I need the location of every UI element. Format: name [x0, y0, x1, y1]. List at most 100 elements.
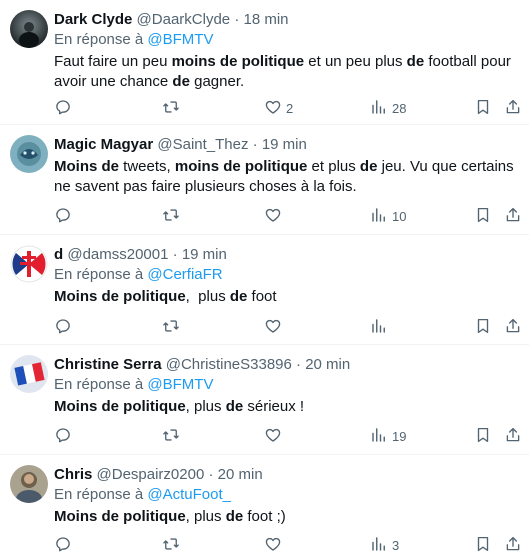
retweet-icon: [162, 98, 180, 119]
retweet-button[interactable]: [162, 206, 180, 226]
timestamp[interactable]: 19 min: [182, 246, 227, 263]
views-icon: [370, 206, 388, 227]
avatar[interactable]: [10, 10, 48, 48]
tweet-header: Magic Magyar @Saint_Thez · 19 min: [54, 135, 517, 155]
display-name[interactable]: Magic Magyar: [54, 136, 153, 153]
separator-dot: ·: [296, 356, 302, 373]
bookmark-button[interactable]: [474, 317, 492, 337]
reply-button[interactable]: [54, 535, 72, 555]
reply-icon: [54, 206, 72, 227]
tweet-text-run: , plus: [185, 288, 230, 305]
views-button[interactable]: 19: [370, 426, 406, 446]
separator-dot: ·: [208, 466, 214, 483]
views-button[interactable]: 10: [370, 206, 406, 226]
views-icon: [370, 426, 388, 447]
avatar[interactable]: [10, 245, 48, 283]
reply-button[interactable]: [54, 98, 72, 118]
tweet-text-run: gagner.: [189, 73, 245, 90]
avatar[interactable]: [10, 355, 48, 393]
separator-dot: ·: [172, 246, 178, 263]
share-button[interactable]: [504, 98, 522, 118]
reply-mention-link[interactable]: @CerfiaFR: [147, 266, 222, 283]
reply-icon: [54, 317, 72, 338]
timestamp[interactable]: 20 min: [305, 356, 350, 373]
tweet-text-run: Faut faire un peu: [54, 53, 172, 70]
display-name[interactable]: Dark Clyde: [54, 11, 132, 28]
reply-button[interactable]: [54, 426, 72, 446]
timestamp[interactable]: 18 min: [243, 11, 288, 28]
bookmark-button[interactable]: [474, 98, 492, 118]
tweet-text-bold: moins de politique: [171, 53, 305, 70]
like-button[interactable]: 2: [264, 98, 293, 118]
tweet-text-bold: de: [225, 398, 244, 415]
share-button[interactable]: [504, 206, 522, 226]
tweet-text-bold: de: [172, 73, 190, 90]
views-count: 3: [392, 537, 400, 553]
display-name[interactable]: Christine Serra: [54, 356, 162, 373]
user-handle[interactable]: @DaarkClyde: [137, 11, 231, 28]
views-button[interactable]: 3: [370, 535, 399, 555]
tweet[interactable]: Dark Clyde @DaarkClyde · 18 min En répon…: [0, 0, 529, 125]
user-handle[interactable]: @Saint_Thez: [157, 136, 248, 153]
reply-context: En réponse à @CerfiaFR: [54, 265, 517, 285]
retweet-button[interactable]: [162, 98, 180, 118]
views-count: 10: [392, 208, 407, 224]
reply-context: En réponse à @BFMTV: [54, 30, 517, 50]
timestamp[interactable]: 19 min: [262, 136, 307, 153]
tweet[interactable]: Christine Serra @ChristineS33896 · 20 mi…: [0, 345, 529, 455]
views-button[interactable]: 28: [370, 98, 406, 118]
like-button[interactable]: [264, 535, 286, 555]
heart-icon: [264, 98, 282, 119]
reply-mention-link[interactable]: @ActuFoot_: [147, 486, 231, 503]
tweet-text-run: et un peu plus: [304, 53, 407, 70]
tweet[interactable]: Magic Magyar @Saint_Thez · 19 min Moins …: [0, 125, 529, 235]
retweet-icon: [162, 535, 180, 556]
share-button[interactable]: [504, 317, 522, 337]
separator-dot: ·: [234, 11, 240, 28]
like-button[interactable]: [264, 317, 286, 337]
tweet-text-run: , plus: [185, 508, 226, 525]
share-button[interactable]: [504, 535, 522, 555]
display-name[interactable]: d: [54, 246, 63, 263]
retweet-button[interactable]: [162, 426, 180, 446]
reply-mention-link[interactable]: @BFMTV: [147, 376, 213, 393]
user-handle[interactable]: @ChristineS33896: [166, 356, 292, 373]
timestamp[interactable]: 20 min: [218, 466, 263, 483]
tweet-text-run: et plus: [307, 158, 360, 175]
tweet-body: Chris @Despairz0200 · 20 min En réponse …: [54, 465, 517, 527]
share-button[interactable]: [504, 426, 522, 446]
retweet-button[interactable]: [162, 317, 180, 337]
bookmark-button[interactable]: [474, 535, 492, 555]
reply-context: En réponse à @ActuFoot_: [54, 485, 517, 505]
tweet-text-bold: Moins de: [54, 158, 120, 175]
tweet-text-run: foot ;): [243, 508, 286, 525]
retweet-button[interactable]: [162, 535, 180, 555]
views-button[interactable]: [370, 317, 392, 337]
avatar[interactable]: [10, 465, 48, 503]
tweet-body: Christine Serra @ChristineS33896 · 20 mi…: [54, 355, 517, 417]
reply-button[interactable]: [54, 317, 72, 337]
tweet[interactable]: d @damss20001 · 19 min En réponse à @Cer…: [0, 235, 529, 345]
share-icon: [504, 426, 522, 447]
bookmark-button[interactable]: [474, 426, 492, 446]
tweet-text-bold: Moins de politique: [54, 288, 186, 305]
like-button[interactable]: [264, 206, 286, 226]
tweet-text: Moins de politique, plus de foot: [54, 287, 517, 307]
action-bar: 19: [44, 426, 529, 446]
reply-mention-link[interactable]: @BFMTV: [147, 31, 213, 48]
user-handle[interactable]: @Despairz0200: [97, 466, 205, 483]
user-handle[interactable]: @damss20001: [67, 246, 168, 263]
action-bar: 3: [44, 535, 529, 555]
tweet[interactable]: Chris @Despairz0200 · 20 min En réponse …: [0, 455, 529, 559]
bookmark-button[interactable]: [474, 206, 492, 226]
tweet-text-bold: de: [225, 508, 244, 525]
like-button[interactable]: [264, 426, 286, 446]
reply-button[interactable]: [54, 206, 72, 226]
display-name[interactable]: Chris: [54, 466, 92, 483]
avatar[interactable]: [10, 135, 48, 173]
tweet-text: Moins de politique, plus de foot ;): [54, 507, 517, 527]
bookmark-icon: [474, 98, 492, 119]
views-icon: [370, 535, 388, 556]
tweet-body: Dark Clyde @DaarkClyde · 18 min En répon…: [54, 10, 517, 92]
tweet-text-run: tweets,: [119, 158, 175, 175]
